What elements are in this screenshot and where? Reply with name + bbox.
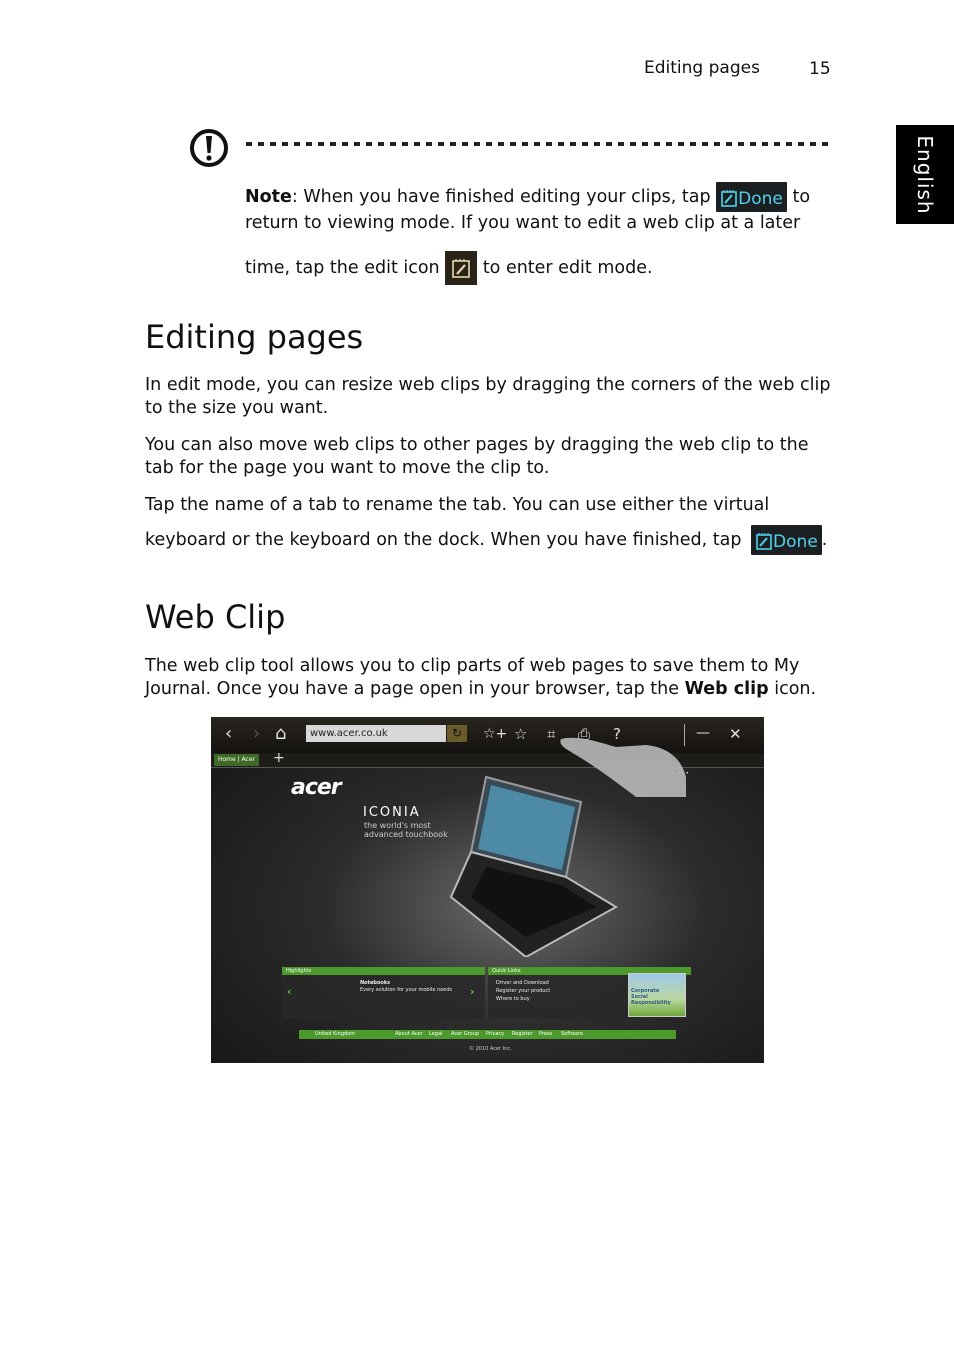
page-number: 15 — [809, 59, 831, 79]
done-button-label: Done — [773, 532, 818, 552]
site-footer-bar: United Kingdom About Acer Legal Acer Gro… — [299, 1030, 676, 1039]
close-icon: ✕ — [729, 725, 742, 743]
copyright: © 2010 Acer Inc. — [469, 1046, 512, 1052]
highlights-panel: Highlights ‹ Notebooks Every solution fo… — [282, 967, 485, 1019]
highlight-item-desc: Every solution for your mobile needs — [360, 987, 453, 993]
new-tab-icon: + — [273, 750, 285, 766]
chevron-right-icon: › — [470, 985, 475, 998]
tagline-line: advanced touchbook — [364, 830, 448, 839]
tagline-line: the world's most — [364, 821, 431, 830]
edit-notepad-icon — [756, 533, 772, 550]
url-field: www.acer.co.uk — [306, 725, 446, 742]
note-divider — [246, 142, 831, 146]
region-selector: United Kingdom — [315, 1031, 356, 1037]
paragraph: In edit mode, you can resize web clips b… — [145, 375, 831, 418]
footer-link: Press — [539, 1031, 553, 1037]
paragraph-text: . — [821, 530, 828, 550]
footer-link: Acer Group — [451, 1031, 480, 1037]
paragraph: You can also move web clips to other pag… — [145, 435, 809, 478]
reload-icon: ↻ — [447, 725, 467, 742]
acer-logo: acer — [291, 775, 342, 800]
edit-notepad-icon — [452, 259, 471, 278]
footer-link: Software — [561, 1031, 584, 1037]
minimize-icon: — — [696, 725, 710, 741]
paragraph: keyboard or the keyboard on the dock. Wh… — [145, 525, 827, 555]
heading-web-clip: Web Clip — [145, 598, 286, 636]
csr-banner: Corporate Social Responsibility — [628, 973, 686, 1017]
quick-link: Driver and Download — [496, 980, 549, 986]
highlights-title: Highlights — [282, 967, 485, 975]
quick-link: Where to buy — [496, 996, 530, 1002]
edit-notepad-icon — [721, 190, 737, 207]
csr-text: Corporate Social Responsibility — [631, 988, 671, 1006]
paragraph-text: keyboard or the keyboard on the dock. Wh… — [145, 530, 742, 550]
web-clip-term: Web clip — [684, 679, 769, 699]
note-line-1: Note: When you have finished editing you… — [245, 182, 810, 212]
product-name: ICONIA — [363, 805, 421, 820]
language-tab: English — [896, 125, 954, 224]
pointing-hand-image — [560, 737, 686, 797]
paragraph: The web clip tool allows you to clip par… — [145, 655, 835, 701]
csr-line: Responsibility — [631, 1000, 671, 1006]
web-clip-icon: ⌗ — [547, 725, 556, 743]
note-line-3: time, tap the edit icon to enter edit mo… — [245, 251, 653, 285]
done-button: Done — [751, 525, 822, 555]
note-text: to — [792, 187, 811, 207]
running-header-title: Editing pages — [644, 58, 760, 78]
quick-link: Register your product — [496, 988, 551, 994]
footer-link: Register — [512, 1031, 533, 1037]
heading-editing-pages: Editing pages — [145, 318, 364, 356]
home-icon: ⌂ — [275, 723, 287, 744]
back-icon: ‹ — [225, 723, 233, 744]
add-bookmark-icon: ☆+ — [483, 726, 508, 742]
chevron-left-icon: ‹ — [287, 985, 292, 998]
note-text: : When you have finished editing your cl… — [291, 187, 711, 207]
product-tagline: the world's most advanced touchbook — [364, 821, 448, 839]
paragraph-text: icon. — [768, 679, 817, 699]
browser-screenshot: ‹ › ⌂ www.acer.co.uk ↻ ☆+ ☆ ⌗ ⎙ ? — ✕ Ho… — [211, 717, 764, 1063]
paragraph: Tap the name of a tab to rename the tab.… — [145, 495, 770, 515]
browser-tab: Home | Acer — [214, 754, 260, 766]
done-button-label: Done — [738, 189, 783, 209]
bookmarks-icon: ☆ — [514, 725, 528, 743]
note-text: to enter edit mode. — [482, 258, 653, 278]
footer-link: Legal — [429, 1031, 443, 1037]
exclamation-circle-icon — [190, 129, 228, 167]
note-text: time, tap the edit icon — [245, 258, 440, 278]
edit-icon-button — [445, 251, 478, 285]
footer-link: Privacy — [486, 1031, 505, 1037]
done-button: Done — [716, 182, 787, 212]
forward-icon: › — [253, 723, 261, 744]
language-tab-label: English — [913, 134, 937, 215]
note-line-2: return to viewing mode. If you want to e… — [245, 213, 801, 233]
footer-link: About Acer — [395, 1031, 423, 1037]
note-label: Note — [245, 187, 292, 207]
